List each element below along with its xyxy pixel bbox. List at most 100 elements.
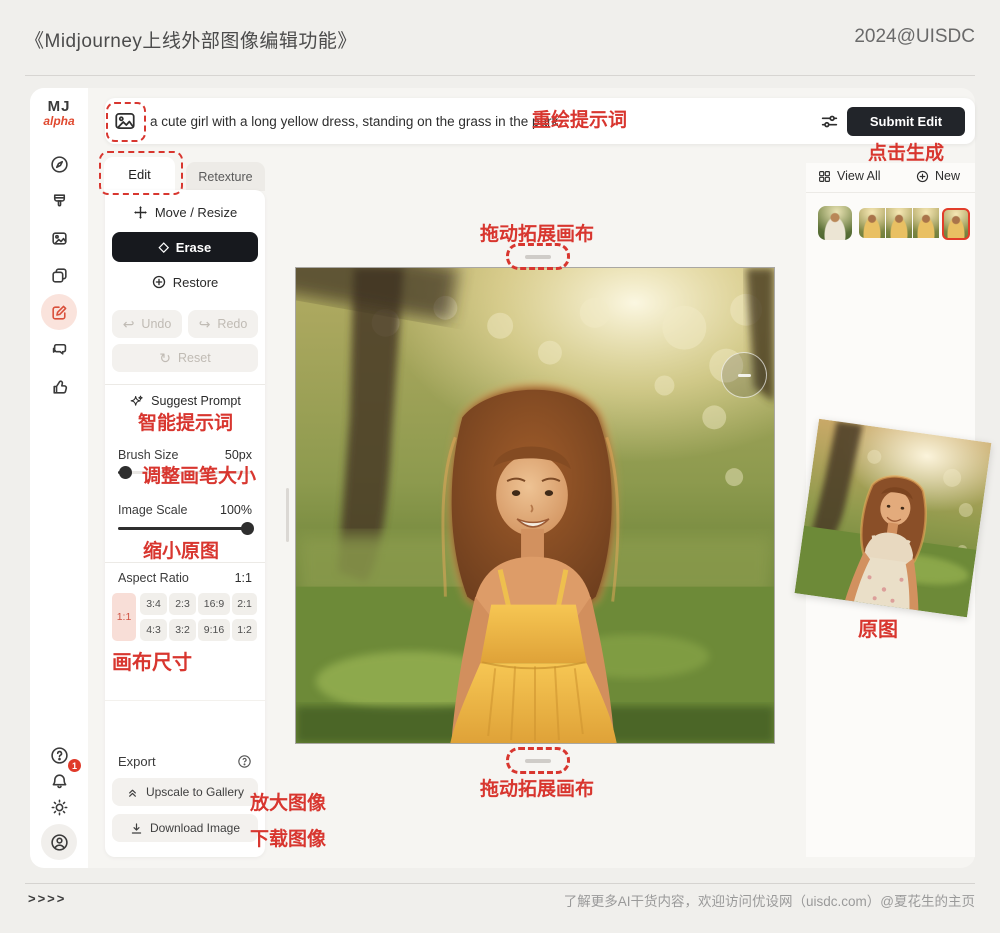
redo-icon: ↪	[199, 316, 211, 333]
aspect-ratio-label: Aspect Ratio	[118, 571, 189, 585]
version-thumbnail[interactable]	[913, 208, 939, 238]
annotation-drag-bottom: 拖动拓展画布	[472, 774, 602, 801]
edit-tab-annotation-box	[99, 151, 183, 195]
prompt-input[interactable]: a cute girl with a long yellow dress, st…	[150, 114, 558, 129]
organize-layers-icon[interactable]	[41, 257, 77, 293]
ratio-option[interactable]: 4:3	[140, 619, 167, 641]
drag-handle-bar	[525, 255, 551, 259]
brush-slider-knob[interactable]	[119, 466, 132, 479]
export-row: Export	[118, 754, 252, 769]
restore-button[interactable]: Restore	[112, 268, 258, 296]
edit-pencil-icon[interactable]	[41, 294, 77, 330]
version-thumbnail[interactable]	[859, 208, 885, 238]
sparkle-icon	[129, 394, 144, 409]
export-help-icon[interactable]	[237, 754, 252, 769]
submit-edit-button[interactable]: Submit Edit	[847, 107, 965, 136]
annotation-original: 原图	[858, 613, 898, 642]
ratio-option[interactable]: 9:16	[198, 619, 230, 641]
erase-diamond-icon: ◇	[159, 239, 169, 255]
redo-button[interactable]: ↪ Redo	[188, 310, 258, 338]
export-label: Export	[118, 754, 156, 769]
ratio-option[interactable]: 3:2	[169, 619, 196, 641]
ratio-option[interactable]: 3:4	[140, 593, 167, 615]
canvas-top-drag-handle[interactable]	[506, 243, 570, 270]
footer-credit: 了解更多AI干货内容，欢迎访问优设网（uisdc.com）@夏花生的主页	[564, 890, 975, 910]
new-button[interactable]: New	[916, 169, 960, 183]
version-thumbnail-group	[859, 208, 971, 240]
download-icon	[130, 822, 143, 835]
version-thumbnail-original[interactable]	[818, 206, 852, 240]
undo-button[interactable]: ↩ Undo	[112, 310, 182, 338]
reset-button[interactable]: ↻ Reset	[112, 344, 258, 372]
restore-plus-icon	[152, 275, 166, 289]
scale-slider-knob[interactable]	[241, 522, 254, 535]
create-brush-icon[interactable]	[41, 183, 77, 219]
suggest-prompt-label: Suggest Prompt	[151, 394, 241, 408]
image-scale-slider[interactable]	[118, 527, 252, 530]
annotation-upscale: 放大图像	[250, 788, 326, 815]
chat-bubbles-icon[interactable]	[41, 331, 77, 367]
annotation-scale: 缩小原图	[143, 536, 219, 563]
download-label: Download Image	[150, 821, 240, 835]
alpha-label: alpha	[30, 114, 88, 128]
ratio-grid: 3:4 2:3 16:9 2:1 4:3 3:2 9:16 1:2	[140, 593, 257, 641]
brush-size-value: 50px	[225, 448, 252, 462]
version-thumbnail[interactable]	[886, 208, 912, 238]
brush-cursor-overlay[interactable]	[721, 352, 767, 398]
footer-marks: >>>>	[28, 891, 66, 906]
footer-divider	[25, 883, 975, 884]
mj-logo: MJ	[30, 98, 88, 115]
version-thumbnail-selected[interactable]	[942, 208, 970, 240]
brush-size-label: Brush Size	[118, 448, 178, 462]
canvas-bottom-drag-handle[interactable]	[506, 747, 570, 774]
image-scale-row: Image Scale 100%	[118, 503, 252, 517]
like-thumb-icon[interactable]	[41, 368, 77, 404]
download-button[interactable]: Download Image	[112, 814, 258, 842]
ratio-option-1-1[interactable]: 1:1	[112, 593, 136, 641]
edit-canvas[interactable]	[295, 267, 775, 744]
prompt-icon-annotation-box	[106, 102, 146, 142]
theme-sun-icon[interactable]	[41, 789, 77, 825]
new-label: New	[935, 169, 960, 183]
move-resize-label: Move / Resize	[155, 205, 237, 220]
account-avatar-icon[interactable]	[41, 824, 77, 860]
annotation-brush: 调整画笔大小	[142, 461, 256, 488]
reset-label: Reset	[178, 351, 211, 365]
settings-sliders-icon[interactable]	[820, 112, 839, 136]
annotation-suggest: 智能提示词	[138, 408, 233, 435]
redo-label: Redo	[217, 317, 247, 331]
brush-cursor-dash	[738, 374, 751, 377]
aspect-ratio-row: Aspect Ratio 1:1	[118, 571, 252, 585]
erase-button[interactable]: ◇ Erase	[112, 232, 258, 262]
aspect-ratio-value: 1:1	[235, 571, 252, 585]
original-photo	[795, 419, 992, 618]
brush-size-row: Brush Size 50px	[118, 448, 252, 462]
panel-divider	[105, 384, 265, 385]
explore-compass-icon[interactable]	[41, 146, 77, 182]
credit-text: 2024@UISDC	[854, 26, 975, 48]
panel-divider	[105, 700, 265, 701]
scale-slider-fill	[118, 527, 252, 530]
upscale-button[interactable]: Upscale to Gallery	[112, 778, 258, 806]
image-scale-value: 100%	[220, 503, 252, 517]
view-all-label: View All	[837, 169, 881, 183]
restore-label: Restore	[173, 275, 219, 290]
header-divider	[25, 75, 975, 76]
gallery-image-icon[interactable]	[41, 220, 77, 256]
annotation-canvas-size: 画布尺寸	[112, 646, 192, 675]
ratio-option[interactable]: 2:3	[169, 593, 196, 615]
ratio-option[interactable]: 1:2	[232, 619, 257, 641]
notification-badge: 1	[68, 759, 81, 772]
panel-scrollbar[interactable]	[286, 488, 289, 542]
reset-icon: ↻	[159, 350, 171, 367]
move-resize-button[interactable]: Move / Resize	[112, 198, 258, 226]
panel-header-divider	[806, 192, 975, 193]
ratio-option[interactable]: 16:9	[198, 593, 230, 615]
ratio-option[interactable]: 2:1	[232, 593, 257, 615]
annotation-submit: 点击生成	[868, 138, 944, 165]
tab-retexture[interactable]: Retexture	[186, 162, 265, 191]
erase-label: Erase	[176, 240, 211, 255]
view-all-button[interactable]: View All	[818, 169, 881, 183]
upscale-label: Upscale to Gallery	[146, 785, 244, 799]
undo-label: Undo	[141, 317, 171, 331]
